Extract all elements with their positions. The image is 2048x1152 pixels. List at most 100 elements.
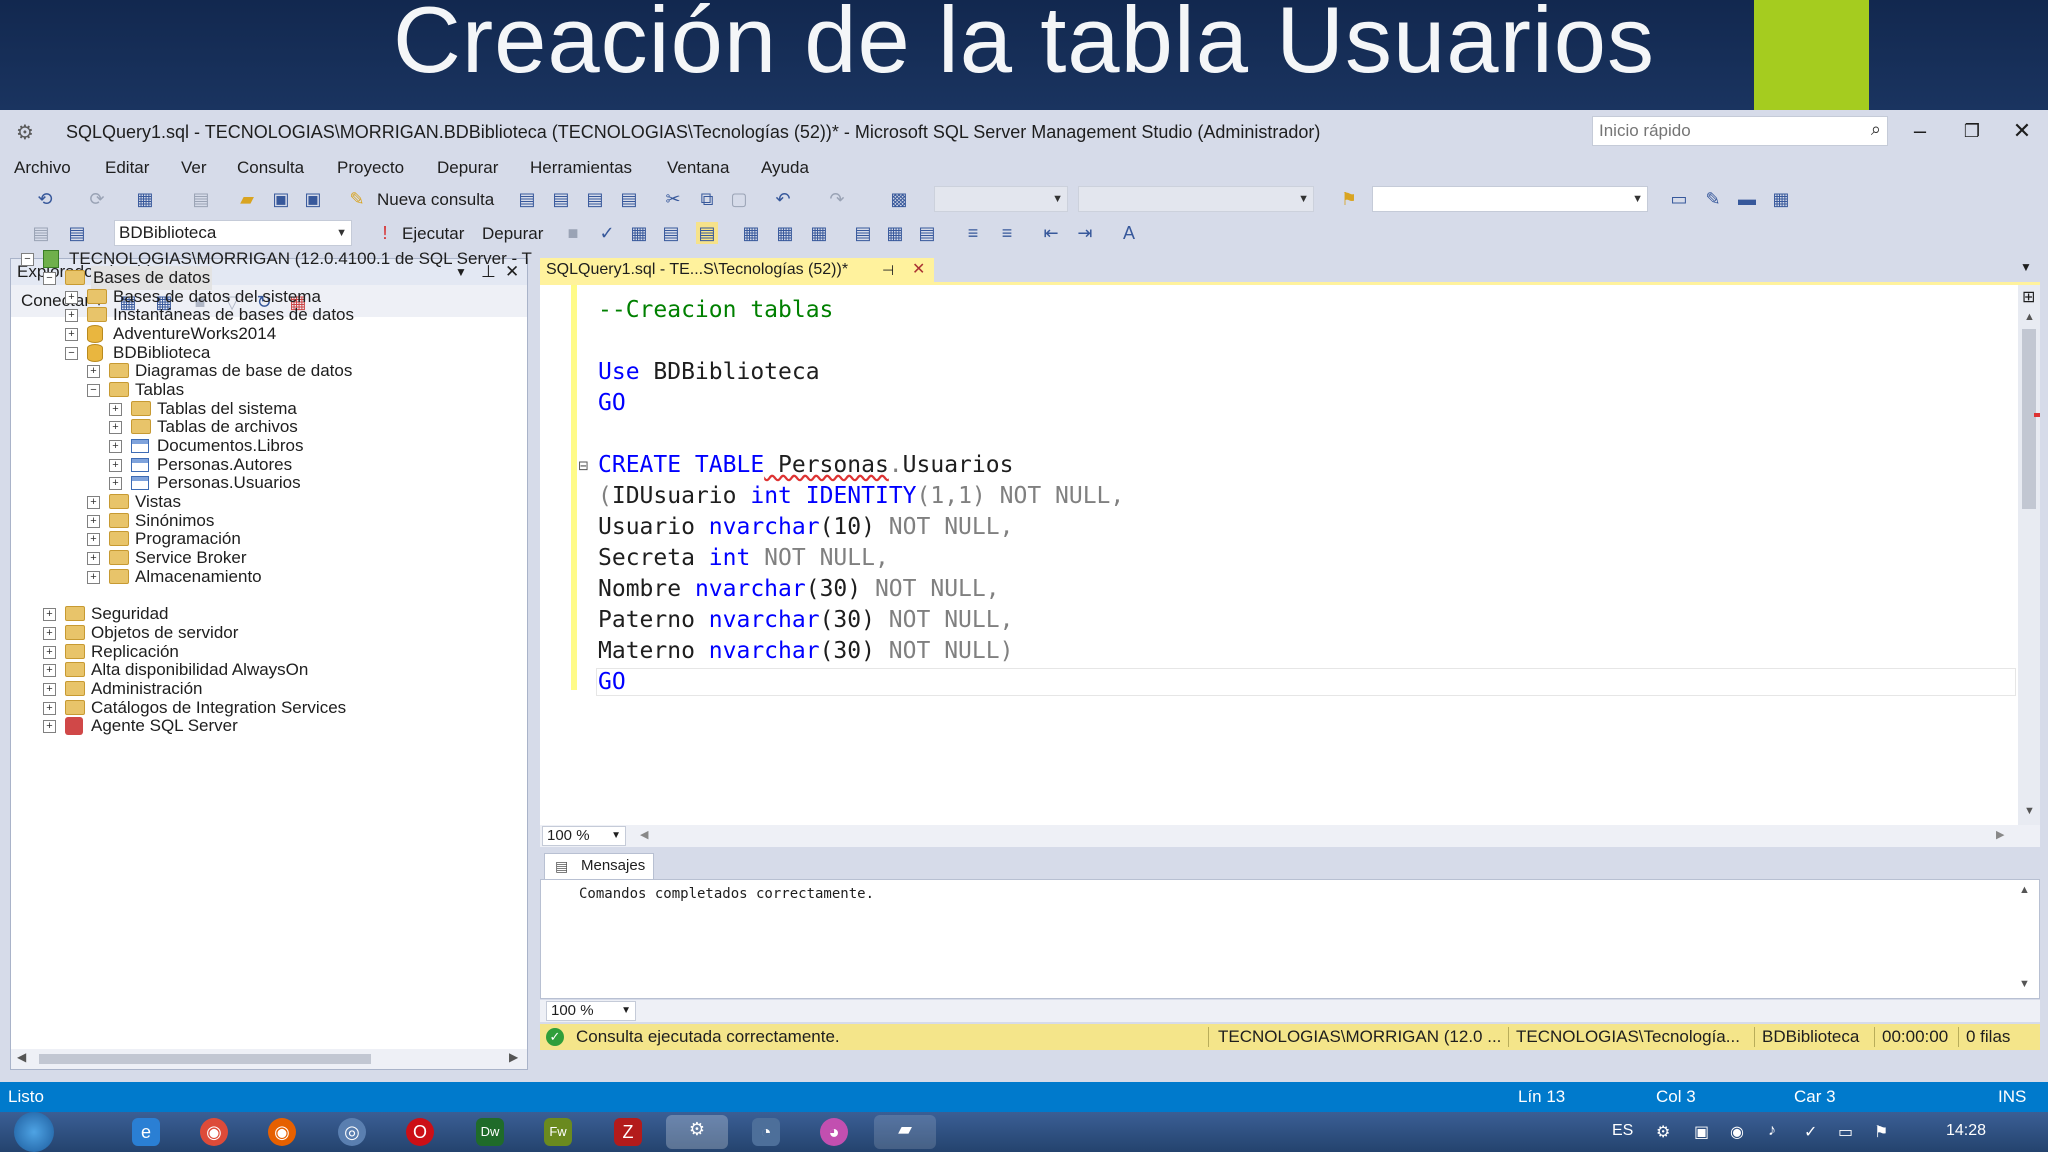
scroll-down-icon[interactable]: ▼ bbox=[2024, 805, 2035, 817]
menu-ayuda[interactable]: Ayuda bbox=[761, 158, 809, 178]
expand-icon[interactable]: + bbox=[87, 496, 100, 509]
execute-icon[interactable]: ! bbox=[374, 222, 396, 244]
firefox-icon[interactable]: ◉ bbox=[268, 1118, 296, 1146]
ie-icon[interactable]: e bbox=[132, 1118, 160, 1146]
language-indicator[interactable]: ES bbox=[1612, 1122, 1633, 1140]
editor-vertical-scrollbar[interactable]: ⊞ ▲ ▼ bbox=[2018, 285, 2040, 825]
expand-icon[interactable]: + bbox=[43, 646, 56, 659]
execute-button[interactable]: Ejecutar bbox=[402, 224, 464, 244]
start-button[interactable] bbox=[14, 1112, 54, 1152]
expand-icon[interactable]: + bbox=[87, 552, 100, 565]
scroll-up-icon[interactable]: ▲ bbox=[2024, 311, 2035, 323]
menu-editar[interactable]: Editar bbox=[105, 158, 149, 178]
tab-pin-icon[interactable]: ⊣ bbox=[882, 258, 894, 282]
cut-icon[interactable]: ✂ bbox=[662, 188, 684, 210]
specify-values-icon[interactable]: A bbox=[1118, 222, 1140, 244]
tab-list-icon[interactable]: ▼ bbox=[2020, 260, 2032, 274]
window-layout-icon[interactable]: ▦ bbox=[1770, 188, 1792, 210]
expand-icon[interactable]: + bbox=[109, 440, 122, 453]
activity-monitor-icon[interactable]: ▩ bbox=[888, 188, 910, 210]
query-icon-1[interactable]: ▤ bbox=[516, 188, 538, 210]
paste-icon[interactable]: ▢ bbox=[728, 188, 750, 210]
change-connection-icon[interactable]: ▤ bbox=[66, 222, 88, 244]
expand-icon[interactable]: + bbox=[43, 702, 56, 715]
properties-icon[interactable]: ▭ bbox=[1668, 188, 1690, 210]
query-icon-4[interactable]: ▤ bbox=[618, 188, 640, 210]
sql-editor[interactable]: ⊟ --Creacion tablas Use BDBiblioteca GO … bbox=[540, 285, 2018, 825]
expand-icon[interactable]: + bbox=[87, 533, 100, 546]
query-options-icon[interactable]: ▤ bbox=[660, 222, 682, 244]
quick-launch-input[interactable] bbox=[1593, 117, 1851, 145]
find-icon[interactable]: ⚑ bbox=[1338, 188, 1360, 210]
client-stats-icon[interactable]: ▦ bbox=[808, 222, 830, 244]
save-all-icon[interactable]: ▣ bbox=[302, 188, 324, 210]
results-file-icon[interactable]: ▤ bbox=[916, 222, 938, 244]
editor-scroll-thumb[interactable] bbox=[2022, 329, 2036, 509]
action-center-icon[interactable]: ⚑ bbox=[1874, 1122, 1888, 1142]
forward-icon[interactable]: ⟳ bbox=[86, 188, 108, 210]
collapse-icon[interactable]: − bbox=[65, 347, 78, 360]
tab-close-icon[interactable]: ✕ bbox=[912, 258, 925, 282]
wrench-icon[interactable]: ✎ bbox=[1702, 188, 1724, 210]
results-to-icon[interactable]: ▤ bbox=[696, 222, 718, 244]
expand-icon[interactable]: + bbox=[87, 515, 100, 528]
include-plan-icon[interactable]: ▦ bbox=[740, 222, 762, 244]
tray-icon-1[interactable]: ⚙ bbox=[1656, 1122, 1670, 1142]
hscroll-right-icon[interactable]: ▶ bbox=[1996, 828, 2004, 841]
debug-button[interactable]: Depurar bbox=[482, 224, 543, 244]
tray-icon-2[interactable]: ▣ bbox=[1694, 1122, 1709, 1142]
expand-icon[interactable]: + bbox=[87, 365, 100, 378]
restore-button[interactable]: ❐ bbox=[1952, 116, 1992, 146]
scroll-thumb[interactable] bbox=[39, 1054, 371, 1064]
split-icon[interactable]: ⊞ bbox=[2022, 287, 2035, 307]
expand-icon[interactable]: + bbox=[109, 477, 122, 490]
document-tab[interactable]: SQLQuery1.sql - TE...S\Tecnologías (52))… bbox=[540, 258, 934, 282]
menu-depurar[interactable]: Depurar bbox=[437, 158, 498, 178]
menu-archivo[interactable]: Archivo bbox=[14, 158, 71, 178]
collapse-icon[interactable]: − bbox=[21, 253, 34, 266]
horizontal-scrollbar[interactable]: ◀ ▶ bbox=[11, 1049, 527, 1069]
filezilla-icon[interactable]: Z bbox=[614, 1118, 642, 1146]
expand-icon[interactable]: + bbox=[109, 403, 122, 416]
uncomment-icon[interactable]: ≡ bbox=[996, 222, 1018, 244]
query-icon-2[interactable]: ▤ bbox=[550, 188, 572, 210]
new-query-button[interactable]: Nueva consulta bbox=[377, 190, 494, 210]
add-item-icon[interactable]: ▤ bbox=[190, 188, 212, 210]
expand-icon[interactable]: + bbox=[109, 421, 122, 434]
toolbox-icon[interactable]: ▬ bbox=[1736, 188, 1758, 210]
menu-consulta[interactable]: Consulta bbox=[237, 158, 304, 178]
expand-icon[interactable]: + bbox=[43, 683, 56, 696]
new-project-icon[interactable]: ▦ bbox=[134, 188, 156, 210]
expand-icon[interactable]: + bbox=[87, 571, 100, 584]
volume-icon[interactable]: ♪ bbox=[1768, 1122, 1776, 1140]
fireworks-icon[interactable]: Fw bbox=[544, 1118, 572, 1146]
database-combo[interactable]: BDBiblioteca ▼ bbox=[114, 220, 352, 246]
expand-icon[interactable]: + bbox=[65, 328, 78, 341]
expand-icon[interactable]: + bbox=[43, 608, 56, 621]
app-icon-9[interactable]: ◔ bbox=[752, 1118, 780, 1146]
results-grid-icon[interactable]: ▦ bbox=[884, 222, 906, 244]
copy-icon[interactable]: ⧉ bbox=[696, 188, 718, 210]
save-icon[interactable]: ▣ bbox=[270, 188, 292, 210]
tray-icon-5[interactable]: ✓ bbox=[1804, 1122, 1817, 1142]
undo-icon[interactable]: ↶ bbox=[772, 188, 794, 210]
menu-ver[interactable]: Ver bbox=[181, 158, 207, 178]
menu-ventana[interactable]: Ventana bbox=[667, 158, 729, 178]
back-icon[interactable]: ⟲ bbox=[34, 188, 56, 210]
open-file-icon[interactable]: ▰ bbox=[236, 188, 258, 210]
connect-icon[interactable]: ▤ bbox=[30, 222, 52, 244]
redo-icon[interactable]: ↷ bbox=[826, 188, 848, 210]
results-scroll-up-icon[interactable]: ▲ bbox=[2019, 884, 2030, 896]
query-icon-3[interactable]: ▤ bbox=[584, 188, 606, 210]
dreamweaver-icon[interactable]: Dw bbox=[476, 1118, 504, 1146]
expand-icon[interactable]: + bbox=[43, 664, 56, 677]
menu-herramientas[interactable]: Herramientas bbox=[530, 158, 632, 178]
parse-icon[interactable]: ✓ bbox=[596, 222, 618, 244]
minimize-button[interactable]: – bbox=[1900, 116, 1940, 146]
hscroll-left-icon[interactable]: ◀ bbox=[640, 828, 648, 841]
app-icon-10[interactable]: ◕ bbox=[820, 1118, 848, 1146]
opera-icon[interactable]: O bbox=[406, 1118, 434, 1146]
messages-tab[interactable]: ▤ Mensajes bbox=[544, 853, 654, 879]
results-scroll-down-icon[interactable]: ▼ bbox=[2019, 978, 2030, 990]
live-stats-icon[interactable]: ▦ bbox=[774, 222, 796, 244]
